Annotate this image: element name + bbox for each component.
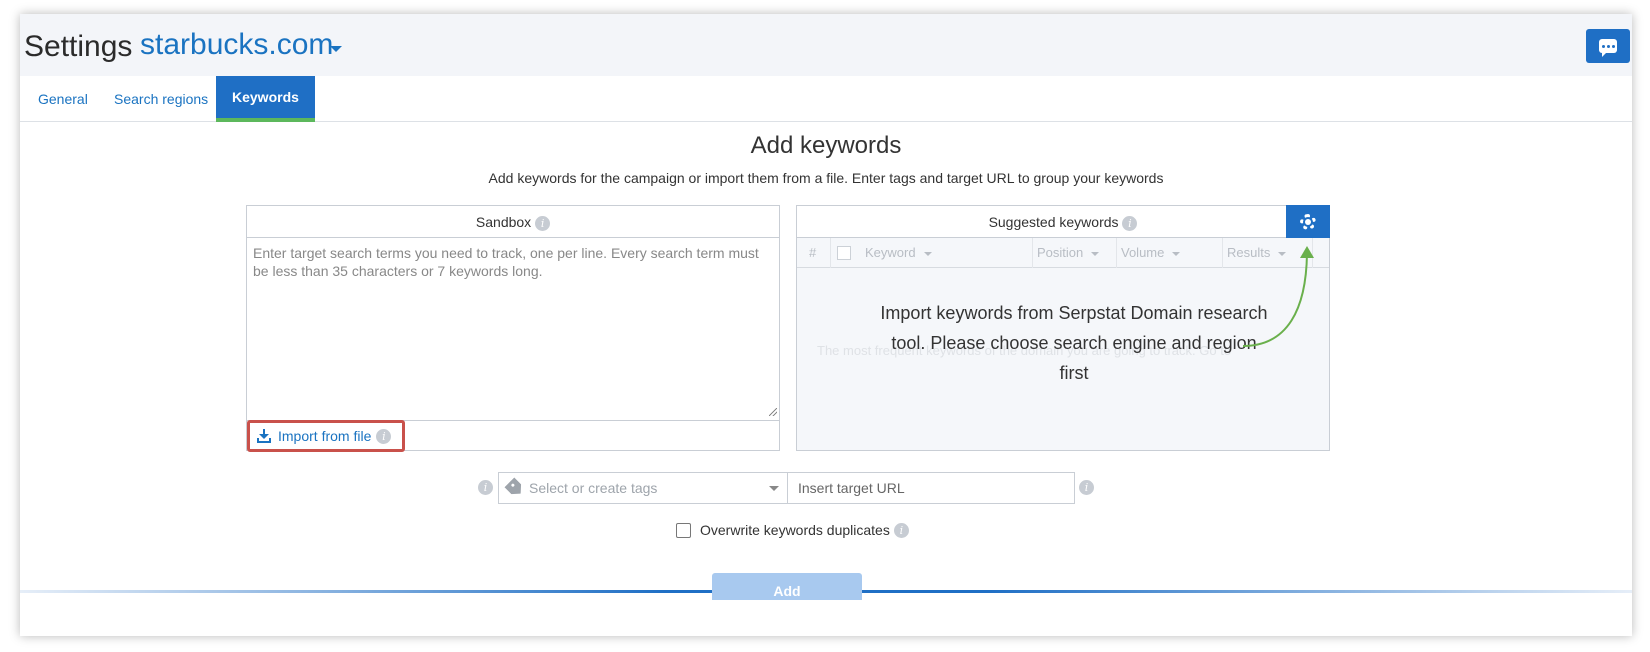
info-icon[interactable]: i (1079, 480, 1094, 495)
overwrite-label[interactable]: Overwrite keywords duplicates (700, 522, 890, 538)
chevron-down-icon[interactable] (769, 486, 779, 491)
section-subtitle: Add keywords for the campaign or import … (488, 170, 1164, 186)
chevron-down-icon[interactable] (330, 46, 342, 52)
bottom-spacer (20, 600, 1632, 636)
caret-down-icon (923, 251, 932, 256)
chat-icon (1599, 39, 1617, 57)
caret-down-icon (1091, 251, 1100, 256)
gear-icon (1300, 213, 1316, 230)
suggested-title: Suggested keywords (988, 214, 1119, 230)
overwrite-duplicates-row: Overwrite keywords duplicates i (676, 522, 909, 538)
sandbox-textarea[interactable] (247, 238, 779, 421)
arrow-icon (1242, 246, 1314, 347)
import-label[interactable]: Import from file (278, 428, 371, 444)
info-icon[interactable]: i (893, 522, 909, 538)
import-from-file-button[interactable]: Import from file i (247, 420, 405, 452)
column-position[interactable]: Position (1033, 238, 1117, 268)
tab-search-regions[interactable]: Search regions (98, 76, 224, 122)
page-title: Settings (24, 30, 133, 63)
resize-handle[interactable] (769, 408, 777, 416)
tab-general[interactable]: General (22, 76, 104, 122)
suggested-header: Suggested keywords i (797, 206, 1329, 238)
sandbox-panel: Sandbox i Import from file i (246, 205, 780, 452)
select-all-checkbox[interactable] (837, 246, 851, 260)
tab-bar: General Search regions Keywords (20, 76, 1632, 122)
page-header: Settings starbucks.com (20, 14, 1632, 76)
sandbox-header: Sandbox i (247, 206, 779, 238)
info-icon[interactable]: i (535, 215, 551, 231)
suggested-keywords-panel: Suggested keywords i # Keyword Position … (796, 205, 1330, 451)
info-icon[interactable]: i (478, 480, 493, 495)
info-icon[interactable]: i (1122, 215, 1138, 231)
chat-button[interactable] (1586, 29, 1630, 63)
column-number: # (805, 238, 831, 268)
download-icon (256, 428, 272, 444)
column-keyword[interactable]: Keyword (861, 238, 1033, 268)
sandbox-title: Sandbox (475, 214, 532, 230)
import-callout: Import keywords from Serpstat Domain res… (880, 303, 1268, 383)
caret-down-icon (1172, 251, 1181, 256)
tags-placeholder: Select or create tags (529, 480, 658, 496)
section-title: Add keywords (750, 132, 902, 159)
tag-icon (504, 477, 525, 498)
info-icon[interactable]: i (376, 428, 392, 444)
target-url-input[interactable] (787, 472, 1075, 504)
domain-selector[interactable]: starbucks.com (140, 28, 333, 62)
settings-window: Settings starbucks.com General Search re… (20, 14, 1632, 636)
tab-keywords[interactable]: Keywords (216, 76, 315, 122)
overwrite-checkbox[interactable] (676, 522, 691, 538)
settings-button[interactable] (1286, 205, 1330, 238)
column-volume[interactable]: Volume (1117, 238, 1223, 268)
tags-select[interactable]: Select or create tags (498, 472, 788, 504)
